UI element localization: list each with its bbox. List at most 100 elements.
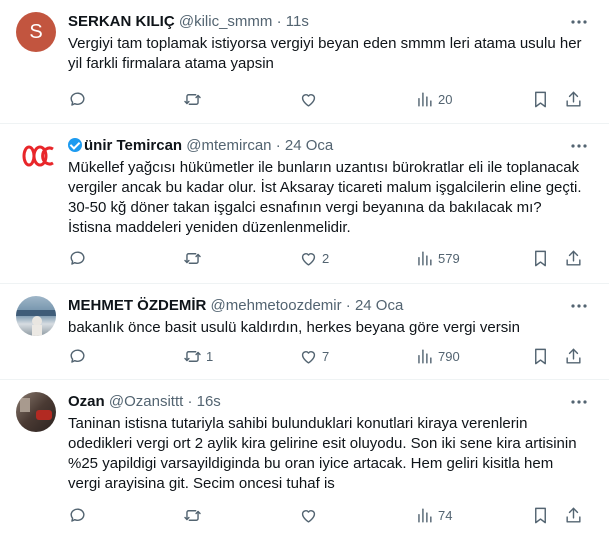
tweet-header: Ozan @Ozansittt · 16s bbox=[68, 392, 569, 412]
profile-photo-icon bbox=[16, 310, 56, 336]
timestamp[interactable]: 24 Oca bbox=[285, 137, 333, 154]
tweet-header: ünir Temircan @mtemircan · 24 Oca bbox=[68, 136, 569, 156]
tweet-header: SERKAN KILIÇ @kilic_smmm · 11s bbox=[68, 12, 569, 32]
tweet-header: MEHMET ÖZDEMİR @mehmetoozdemir · 24 Oca bbox=[68, 296, 569, 316]
reply-button[interactable] bbox=[68, 505, 91, 525]
reply-button[interactable] bbox=[68, 89, 91, 109]
share-button[interactable] bbox=[564, 505, 583, 525]
tweet[interactable]: MEHMET ÖZDEMİR @mehmetoozdemir · 24 Oca … bbox=[0, 284, 609, 380]
avatar[interactable]: S bbox=[16, 12, 56, 52]
share-icon bbox=[566, 507, 581, 523]
like-count: 7 bbox=[322, 348, 330, 364]
heart-icon bbox=[301, 252, 316, 266]
tweet[interactable]: ünir Temircan @mtemircan · 24 Oca Mükell… bbox=[0, 124, 609, 284]
tweet-actions: 74 bbox=[68, 505, 588, 525]
bookmark-button[interactable] bbox=[531, 346, 550, 366]
retweet-icon bbox=[184, 93, 201, 105]
tweet-text: bakanlık önce basit usulü kaldırdın, her… bbox=[68, 319, 520, 336]
bookmark-button[interactable] bbox=[531, 505, 550, 525]
heart-icon bbox=[301, 350, 316, 364]
view-count: 20 bbox=[438, 91, 453, 107]
avatar[interactable] bbox=[16, 392, 56, 432]
like-button[interactable] bbox=[299, 89, 322, 109]
bookmark-button[interactable] bbox=[531, 89, 550, 109]
more-options-icon[interactable] bbox=[569, 298, 589, 314]
share-button[interactable] bbox=[564, 89, 583, 109]
heart-icon bbox=[301, 509, 316, 523]
tweet-text: Taninan istisna tutariyla sahibi bulundu… bbox=[68, 415, 577, 492]
reply-icon bbox=[70, 250, 85, 265]
separator-dot: · bbox=[275, 137, 281, 154]
bookmark-icon bbox=[535, 91, 546, 107]
tweet-actions: 20 bbox=[68, 89, 588, 109]
reply-icon bbox=[70, 91, 85, 106]
tweet[interactable]: Ozan @Ozansittt · 16s Taninan istisna tu… bbox=[0, 380, 609, 541]
user-handle[interactable]: @mtemircan bbox=[186, 137, 271, 154]
views-button[interactable]: 74 bbox=[415, 505, 452, 525]
retweet-icon bbox=[184, 350, 201, 362]
reply-icon bbox=[70, 348, 85, 363]
view-count: 74 bbox=[438, 507, 453, 523]
tweet-actions: 1 7 790 bbox=[68, 346, 588, 366]
avatar-letter: S bbox=[29, 20, 43, 43]
share-icon bbox=[566, 250, 581, 266]
user-handle[interactable]: @Ozansittt bbox=[109, 393, 183, 410]
timestamp[interactable]: 24 Oca bbox=[355, 297, 403, 314]
more-options-icon[interactable] bbox=[569, 394, 589, 410]
share-button[interactable] bbox=[564, 248, 583, 268]
user-handle[interactable]: @kilic_smmm bbox=[179, 13, 273, 30]
display-name[interactable]: SERKAN KILIÇ bbox=[68, 13, 175, 30]
views-chart-icon bbox=[418, 250, 432, 266]
retweet-icon bbox=[184, 252, 201, 264]
retweet-button[interactable]: 1 bbox=[183, 346, 213, 366]
bookmark-icon bbox=[535, 250, 546, 266]
separator-dot: · bbox=[276, 13, 282, 30]
like-count: 2 bbox=[322, 250, 330, 266]
retweet-count: 1 bbox=[206, 348, 214, 364]
tweet[interactable]: S SERKAN KILIÇ @kilic_smmm · 11s Vergiyi… bbox=[0, 0, 609, 124]
like-button[interactable] bbox=[299, 505, 322, 525]
bookmark-icon bbox=[535, 507, 546, 523]
view-count: 790 bbox=[438, 348, 460, 364]
tweet-actions: 2 579 bbox=[68, 248, 588, 268]
views-button[interactable]: 20 bbox=[415, 89, 452, 109]
timestamp[interactable]: 16s bbox=[197, 393, 221, 410]
avatar[interactable] bbox=[16, 296, 56, 336]
share-button[interactable] bbox=[564, 346, 583, 366]
views-chart-icon bbox=[418, 507, 432, 523]
separator-dot: · bbox=[345, 297, 351, 314]
reply-icon bbox=[70, 507, 85, 522]
retweet-button[interactable] bbox=[183, 505, 206, 525]
view-count: 579 bbox=[438, 250, 460, 266]
share-icon bbox=[566, 91, 581, 107]
views-chart-icon bbox=[418, 91, 432, 107]
share-icon bbox=[566, 348, 581, 364]
more-options-icon[interactable] bbox=[569, 14, 589, 30]
retweet-icon bbox=[184, 509, 201, 521]
verified-badge-icon bbox=[68, 138, 82, 152]
brand-logo-icon bbox=[22, 145, 54, 167]
user-handle[interactable]: @mehmetoozdemir bbox=[211, 297, 342, 314]
avatar[interactable] bbox=[16, 136, 56, 176]
profile-photo-icon bbox=[20, 398, 52, 420]
bookmark-button[interactable] bbox=[531, 248, 550, 268]
like-button[interactable]: 2 bbox=[299, 248, 329, 268]
display-name[interactable]: Ozan bbox=[68, 393, 105, 410]
tweet-text: Mükellef yağcısı hükümetler ile bunların… bbox=[68, 159, 582, 236]
heart-icon bbox=[301, 93, 316, 107]
views-button[interactable]: 790 bbox=[415, 346, 460, 366]
reply-button[interactable] bbox=[68, 248, 91, 268]
like-button[interactable]: 7 bbox=[299, 346, 329, 366]
retweet-button[interactable] bbox=[183, 89, 206, 109]
timestamp[interactable]: 11s bbox=[286, 13, 309, 30]
retweet-button[interactable] bbox=[183, 248, 206, 268]
tweet-text: Vergiyi tam toplamak istiyorsa vergiyi b… bbox=[68, 35, 582, 72]
display-name[interactable]: ünir Temircan bbox=[84, 137, 182, 154]
more-options-icon[interactable] bbox=[569, 138, 589, 154]
reply-button[interactable] bbox=[68, 346, 91, 366]
views-button[interactable]: 579 bbox=[415, 248, 460, 268]
bookmark-icon bbox=[535, 348, 546, 364]
separator-dot: · bbox=[187, 393, 193, 410]
display-name[interactable]: MEHMET ÖZDEMİR bbox=[68, 297, 206, 314]
views-chart-icon bbox=[418, 348, 432, 364]
